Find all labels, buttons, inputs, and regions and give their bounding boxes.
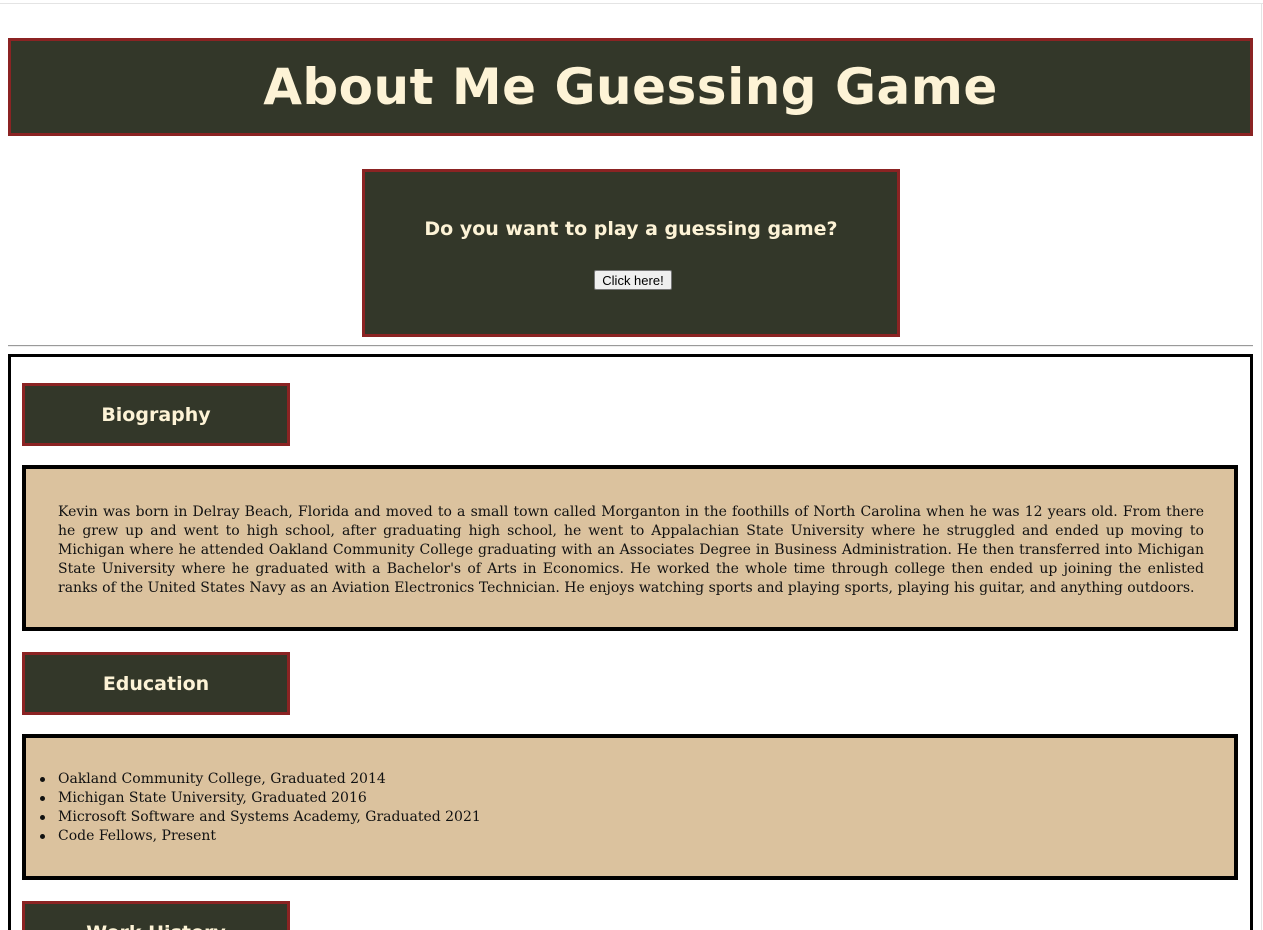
biography-heading: Biography: [22, 383, 290, 446]
start-game-button[interactable]: Click here!: [594, 270, 672, 290]
top-divider: [0, 3, 1263, 4]
main-content[interactable]: Biography Kevin was born in Delray Beach…: [8, 354, 1253, 930]
education-item: Microsoft Software and Systems Academy, …: [40, 809, 481, 825]
game-prompt-box: Do you want to play a guessing game? Cli…: [362, 169, 900, 337]
biography-text: Kevin was born in Delray Beach, Florida …: [58, 504, 1204, 596]
work-history-heading: Work History: [22, 901, 290, 930]
education-list: Oakland Community College, Graduated 201…: [40, 770, 481, 846]
game-question: Do you want to play a guessing game?: [424, 218, 838, 240]
education-item: Oakland Community College, Graduated 201…: [40, 770, 481, 789]
page-header: About Me Guessing Game: [8, 38, 1253, 136]
education-item: Code Fellows, Present: [40, 827, 481, 846]
window-edge: [1261, 3, 1262, 930]
page-title: About Me Guessing Game: [263, 58, 998, 116]
education-item: Michigan State University, Graduated 201…: [40, 789, 481, 808]
horizontal-rule: [8, 345, 1253, 347]
education-box: Oakland Community College, Graduated 201…: [22, 734, 1238, 880]
biography-box: Kevin was born in Delray Beach, Florida …: [22, 465, 1238, 631]
education-heading: Education: [22, 652, 290, 715]
